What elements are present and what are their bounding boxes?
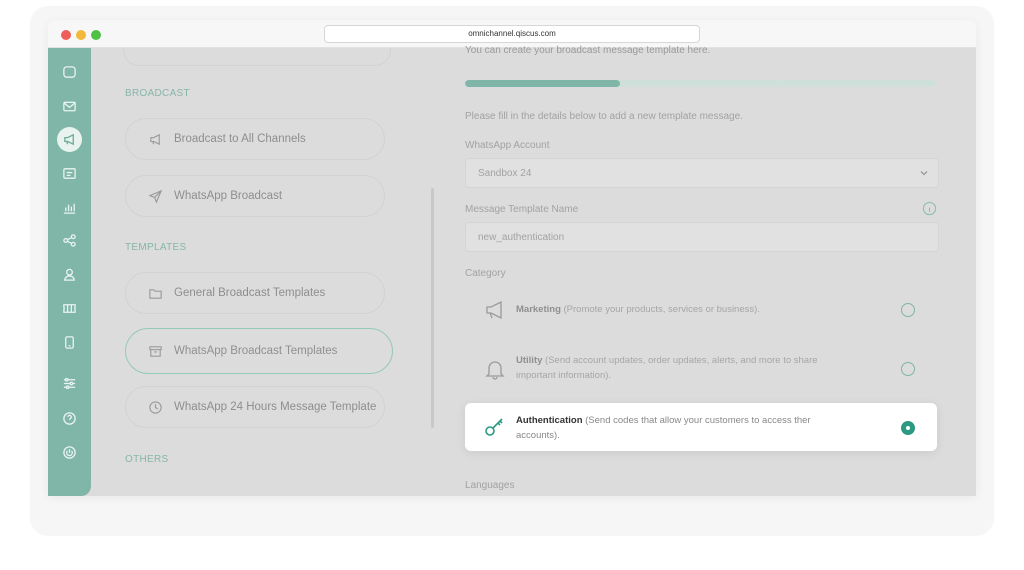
category-name: Marketing — [516, 304, 561, 315]
browser-window: omnichannel.qiscus.com BROADCAST Broadca… — [48, 20, 976, 496]
contact-card-icon[interactable] — [57, 161, 82, 186]
nav-label: Broadcast to All Channels — [174, 133, 306, 145]
ticket-icon[interactable] — [57, 296, 82, 321]
key-icon — [485, 418, 503, 436]
template-name-input[interactable]: new_authentication — [465, 222, 939, 252]
nav-label: WhatsApp 24 Hours Message Template — [174, 401, 377, 413]
whatsapp-account-label: WhatsApp Account — [465, 140, 550, 151]
section-header-broadcast: BROADCAST — [125, 88, 190, 99]
section-header-others: OTHERS — [125, 454, 169, 465]
phone-icon[interactable] — [57, 330, 82, 355]
progress-divider — [781, 80, 782, 87]
category-label: Category — [465, 268, 506, 279]
close-window-button[interactable] — [61, 30, 71, 40]
browser-titlebar: omnichannel.qiscus.com — [48, 20, 976, 48]
send-icon — [148, 189, 163, 204]
section-header-templates: TEMPLATES — [125, 242, 187, 253]
clock-icon — [149, 400, 162, 414]
nav-label: General Broadcast Templates — [174, 287, 326, 299]
share-nodes-icon[interactable] — [57, 228, 82, 253]
nav-whatsapp-broadcast-templates[interactable]: WhatsApp Broadcast Templates — [125, 328, 393, 374]
minimize-window-button[interactable] — [76, 30, 86, 40]
broadcast-nav-panel: BROADCAST Broadcast to All Channels What… — [91, 48, 431, 496]
nav-whatsapp-24-hours-template[interactable]: WhatsApp 24 Hours Message Template — [125, 386, 385, 428]
form-instructions: Please fill in the details below to add … — [465, 111, 743, 122]
info-icon[interactable] — [922, 201, 937, 216]
category-option-authentication[interactable]: Authentication (Send codes that allow yo… — [465, 403, 937, 451]
chat-icon[interactable] — [57, 60, 82, 85]
analytics-icon[interactable] — [57, 195, 82, 220]
power-icon[interactable] — [57, 440, 82, 465]
nav-scrollbar[interactable] — [431, 188, 434, 428]
step-progress-bar — [465, 80, 936, 87]
template-form: You can create your broadcast message te… — [465, 45, 941, 496]
truncated-nav-card — [123, 48, 391, 66]
category-name: Utility — [516, 355, 543, 366]
category-radio-authentication[interactable] — [901, 421, 915, 435]
icon-rail — [48, 48, 91, 496]
category-desc: (Promote your products, services or busi… — [563, 304, 760, 315]
megaphone-icon — [486, 300, 502, 320]
form-subtitle: You can create your broadcast message te… — [465, 45, 711, 56]
sliders-icon[interactable] — [57, 371, 82, 396]
nav-whatsapp-broadcast[interactable]: WhatsApp Broadcast — [125, 175, 385, 217]
maximize-window-button[interactable] — [91, 30, 101, 40]
address-bar[interactable]: omnichannel.qiscus.com — [324, 25, 700, 43]
user-icon[interactable] — [57, 262, 82, 287]
progress-fill — [465, 80, 621, 87]
category-option-marketing[interactable]: Marketing (Promote your products, servic… — [465, 286, 937, 334]
megaphone-icon — [150, 133, 160, 145]
category-name: Authentication — [516, 415, 583, 426]
category-radio-marketing[interactable] — [901, 303, 915, 317]
megaphone-icon[interactable] — [57, 127, 82, 152]
category-desc: (Send account updates, order updates, al… — [516, 355, 818, 381]
languages-label: Languages — [465, 480, 515, 491]
chevron-down-icon — [920, 171, 928, 176]
help-icon[interactable] — [57, 406, 82, 431]
category-option-utility[interactable]: Utility (Send account updates, order upd… — [465, 341, 937, 397]
whatsapp-account-select[interactable]: Sandbox 24 — [465, 158, 939, 188]
category-radio-utility[interactable] — [901, 362, 915, 376]
nav-broadcast-all-channels[interactable]: Broadcast to All Channels — [125, 118, 385, 160]
folder-icon — [149, 288, 162, 299]
mail-icon[interactable] — [57, 94, 82, 119]
nav-general-broadcast-templates[interactable]: General Broadcast Templates — [125, 272, 385, 314]
bell-icon — [485, 361, 505, 380]
nav-label: WhatsApp Broadcast — [174, 190, 283, 202]
whatsapp-account-value: Sandbox 24 — [478, 167, 532, 179]
app-content: BROADCAST Broadcast to All Channels What… — [48, 45, 976, 496]
template-name-label: Message Template Name — [465, 204, 579, 215]
template-name-value: new_authentication — [478, 231, 565, 243]
archive-icon — [149, 345, 162, 357]
nav-label: WhatsApp Broadcast Templates — [174, 345, 338, 357]
